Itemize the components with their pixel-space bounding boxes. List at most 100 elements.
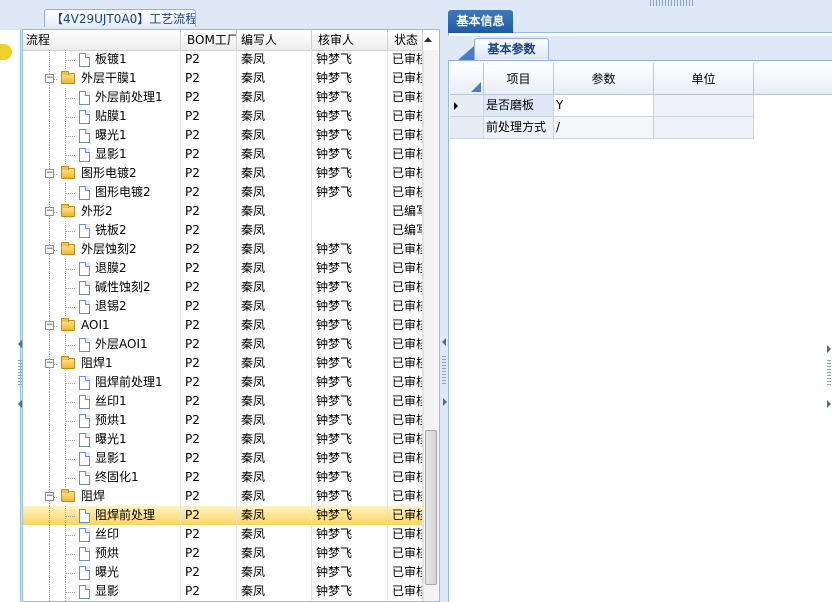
tree-cell-auditor[interactable]: 钟梦飞 — [312, 582, 388, 601]
tree-cell-auditor[interactable]: 钟梦飞 — [312, 487, 388, 506]
tree-cell-bom-factory[interactable]: P2 — [181, 50, 237, 69]
tree-cell-auditor[interactable]: 钟梦飞 — [312, 183, 388, 202]
tree-node-row[interactable]: 显影1 P2秦凤钟梦飞已审核 — [23, 145, 423, 164]
collapse-node-icon[interactable]: − — [45, 359, 54, 368]
tree-folder-row[interactable]: − 外形2 P2秦凤 已编写 — [23, 202, 423, 221]
tree-cell-writer[interactable]: 秦凤 — [237, 202, 312, 221]
tree-cell-bom-factory[interactable]: P2 — [181, 335, 237, 354]
tree-cell-bom-factory[interactable]: P2 — [181, 430, 237, 449]
grid-row-header[interactable] — [450, 117, 484, 139]
column-header-auditor[interactable]: 核审人 — [312, 30, 388, 50]
tree-cell-writer[interactable]: 秦凤 — [237, 430, 312, 449]
tree-cell-process[interactable]: 图形电镀2 — [23, 183, 181, 202]
tree-cell-auditor[interactable]: 钟梦飞 — [312, 506, 388, 525]
tree-cell-status[interactable]: 已审核 — [388, 392, 423, 411]
tree-cell-bom-factory[interactable]: P2 — [181, 582, 237, 601]
tree-cell-status[interactable]: 已审核 — [388, 354, 423, 373]
grid-cell-item[interactable]: 是否磨板 — [484, 95, 554, 117]
tree-cell-writer[interactable]: 秦凤 — [237, 88, 312, 107]
tree-cell-status[interactable]: 已审核 — [388, 449, 423, 468]
column-header-process[interactable]: 流程 — [23, 30, 181, 50]
tree-cell-auditor[interactable]: 钟梦飞 — [312, 107, 388, 126]
tree-cell-auditor[interactable]: 钟梦飞 — [312, 563, 388, 582]
tree-cell-process[interactable]: − 外形2 — [23, 202, 181, 221]
grid-cell-item[interactable]: 前处理方式 — [484, 117, 554, 139]
tab-basic-info[interactable]: 基本信息 — [448, 10, 513, 33]
tree-cell-auditor[interactable] — [312, 221, 388, 240]
tree-node-row[interactable]: 预烘 P2秦凤钟梦飞已审核 — [23, 544, 423, 563]
tree-cell-writer[interactable]: 秦凤 — [237, 126, 312, 145]
tree-cell-auditor[interactable]: 钟梦飞 — [312, 50, 388, 69]
tree-node-row[interactable]: 曝光 P2秦凤钟梦飞已审核 — [23, 563, 423, 582]
tree-cell-process[interactable]: − 外层干膜1 — [23, 69, 181, 88]
tree-node-row[interactable]: 碱性蚀刻2 P2秦凤钟梦飞已审核 — [23, 278, 423, 297]
tree-cell-auditor[interactable]: 钟梦飞 — [312, 240, 388, 259]
tree-cell-bom-factory[interactable]: P2 — [181, 69, 237, 88]
tree-cell-bom-factory[interactable]: P2 — [181, 202, 237, 221]
tree-cell-auditor[interactable]: 钟梦飞 — [312, 544, 388, 563]
tree-cell-status[interactable]: 已审核 — [388, 563, 423, 582]
tree-cell-bom-factory[interactable]: P2 — [181, 240, 237, 259]
tree-cell-process[interactable]: 外层前处理1 — [23, 88, 181, 107]
tree-node-row[interactable]: 外层前处理1 P2秦凤钟梦飞已审核 — [23, 88, 423, 107]
tree-cell-process[interactable]: 曝光1 — [23, 126, 181, 145]
tree-cell-writer[interactable]: 秦凤 — [237, 221, 312, 240]
center-splitter-grip[interactable] — [442, 356, 446, 384]
tree-cell-auditor[interactable]: 钟梦飞 — [312, 145, 388, 164]
tree-folder-row[interactable]: − 外层干膜1 P2秦凤钟梦飞已审核 — [23, 69, 423, 88]
tree-cell-bom-factory[interactable]: P2 — [181, 563, 237, 582]
tree-cell-process[interactable]: 曝光 — [23, 563, 181, 582]
tree-cell-auditor[interactable]: 钟梦飞 — [312, 525, 388, 544]
tree-cell-auditor[interactable]: 钟梦飞 — [312, 354, 388, 373]
tree-cell-status[interactable]: 已编写 — [388, 202, 423, 221]
tree-cell-status[interactable]: 已审核 — [388, 316, 423, 335]
expand-tree-arrow-icon[interactable] — [443, 398, 447, 406]
collapse-node-icon[interactable]: − — [45, 321, 54, 330]
tree-cell-writer[interactable]: 秦凤 — [237, 392, 312, 411]
column-header-status[interactable]: 状态 — [388, 30, 423, 50]
tree-cell-status[interactable]: 已审核 — [388, 240, 423, 259]
tree-cell-process[interactable]: 退锡2 — [23, 297, 181, 316]
grid-header-item[interactable]: 项目 — [484, 63, 554, 95]
tree-cell-writer[interactable]: 秦凤 — [237, 278, 312, 297]
tree-cell-writer[interactable]: 秦凤 — [237, 373, 312, 392]
tree-cell-bom-factory[interactable]: P2 — [181, 373, 237, 392]
tree-cell-auditor[interactable]: 钟梦飞 — [312, 468, 388, 487]
tree-cell-bom-factory[interactable]: P2 — [181, 183, 237, 202]
tree-cell-bom-factory[interactable]: P2 — [181, 126, 237, 145]
tree-cell-auditor[interactable]: 钟梦飞 — [312, 88, 388, 107]
grid-header-param[interactable]: 参数 — [554, 63, 654, 95]
tree-node-row[interactable]: 终固化1 P2秦凤钟梦飞已审核 — [23, 468, 423, 487]
tree-cell-bom-factory[interactable]: P2 — [181, 487, 237, 506]
tree-cell-auditor[interactable]: 钟梦飞 — [312, 278, 388, 297]
tree-node-row[interactable]: 铣板2 P2秦凤 已编写 — [23, 221, 423, 240]
tree-cell-writer[interactable]: 秦凤 — [237, 50, 312, 69]
tree-cell-process[interactable]: 显影1 — [23, 449, 181, 468]
tree-node-row[interactable]: 显影 P2秦凤钟梦飞已审核 — [23, 582, 423, 601]
tree-cell-status[interactable]: 已审核 — [388, 183, 423, 202]
tree-cell-status[interactable]: 已审核 — [388, 297, 423, 316]
tree-node-row[interactable]: 曝光1 P2秦凤钟梦飞已审核 — [23, 430, 423, 449]
tree-cell-writer[interactable]: 秦凤 — [237, 145, 312, 164]
tree-folder-row[interactable]: − AOI1 P2秦凤钟梦飞已审核 — [23, 316, 423, 335]
tree-cell-status[interactable]: 已审核 — [388, 373, 423, 392]
tree-cell-writer[interactable]: 秦凤 — [237, 259, 312, 278]
tree-cell-status[interactable]: 已审核 — [388, 544, 423, 563]
collapse-node-icon[interactable]: − — [45, 169, 54, 178]
tree-node-row[interactable]: 丝印 P2秦凤钟梦飞已审核 — [23, 525, 423, 544]
collapse-node-icon[interactable]: − — [45, 207, 54, 216]
tree-cell-auditor[interactable]: 钟梦飞 — [312, 411, 388, 430]
tree-cell-process[interactable]: 预烘 — [23, 544, 181, 563]
tree-cell-writer[interactable]: 秦凤 — [237, 316, 312, 335]
column-header-bom-factory[interactable]: BOM工厂 — [181, 30, 237, 50]
tree-cell-status[interactable]: 已审核 — [388, 335, 423, 354]
tree-cell-writer[interactable]: 秦凤 — [237, 468, 312, 487]
tree-cell-process[interactable]: 碱性蚀刻2 — [23, 278, 181, 297]
tree-cell-status[interactable]: 已审核 — [388, 278, 423, 297]
tree-cell-bom-factory[interactable]: P2 — [181, 164, 237, 183]
tree-node-row[interactable]: 图形电镀2 P2秦凤钟梦飞已审核 — [23, 183, 423, 202]
tree-cell-bom-factory[interactable]: P2 — [181, 316, 237, 335]
tree-cell-process[interactable]: − AOI1 — [23, 316, 181, 335]
tree-cell-bom-factory[interactable]: P2 — [181, 145, 237, 164]
tree-cell-writer[interactable]: 秦凤 — [237, 164, 312, 183]
